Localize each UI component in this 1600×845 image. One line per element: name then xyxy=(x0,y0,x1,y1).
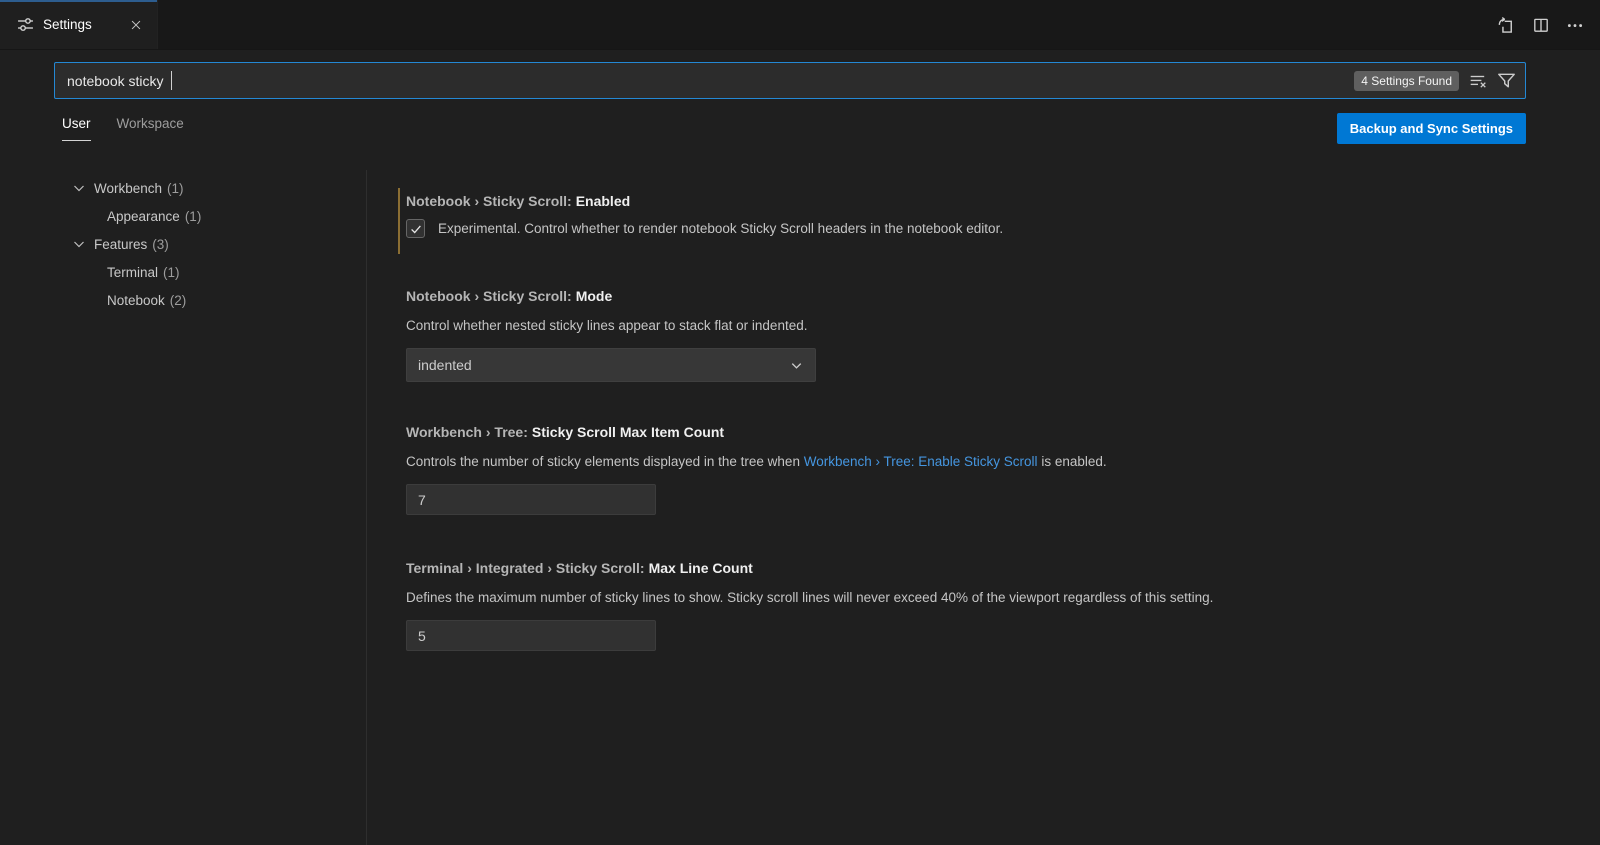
scope-tab-user[interactable]: User xyxy=(62,116,91,141)
toc-count: (2) xyxy=(170,293,187,308)
toc-count: (1) xyxy=(167,181,184,196)
setting-notebook-sticky-scroll-mode: Notebook › Sticky Scroll:Mode Control wh… xyxy=(406,286,1570,382)
toc-count: (1) xyxy=(185,209,202,224)
setting-title: Terminal › Integrated › Sticky Scroll:Ma… xyxy=(406,558,1570,578)
toc-item-notebook[interactable]: Notebook (2) xyxy=(0,286,366,314)
setting-description: Controls the number of sticky elements d… xyxy=(406,452,1570,472)
text-caret xyxy=(171,71,172,90)
more-actions-icon[interactable] xyxy=(1566,16,1584,34)
max-item-count-input[interactable] xyxy=(406,484,656,515)
chevron-down-icon xyxy=(71,236,87,252)
setting-tree-sticky-scroll-max-item-count: Workbench › Tree:Sticky Scroll Max Item … xyxy=(406,422,1570,515)
toc-item-features[interactable]: Features (3) xyxy=(0,230,366,258)
editor-actions xyxy=(1497,0,1584,50)
setting-description: Control whether nested sticky lines appe… xyxy=(406,316,1570,336)
setting-terminal-sticky-scroll-max-line-count: Terminal › Integrated › Sticky Scroll:Ma… xyxy=(406,558,1570,651)
setting-control-row: Experimental. Control whether to render … xyxy=(406,219,1570,238)
toc-label: Workbench xyxy=(94,181,162,196)
checkbox-checked[interactable] xyxy=(406,219,425,238)
toc-label: Notebook xyxy=(107,293,165,308)
setting-name: Enabled xyxy=(576,193,630,209)
setting-name: Mode xyxy=(576,288,613,304)
backup-sync-settings-button[interactable]: Backup and Sync Settings xyxy=(1337,113,1526,144)
filter-icon[interactable] xyxy=(1497,71,1516,90)
scope-tab-workspace[interactable]: Workspace xyxy=(117,116,184,141)
setting-title: Workbench › Tree:Sticky Scroll Max Item … xyxy=(406,422,1570,442)
toc-count: (3) xyxy=(152,237,169,252)
setting-name: Sticky Scroll Max Item Count xyxy=(532,424,724,440)
toc-count: (1) xyxy=(163,265,180,280)
toc-item-workbench[interactable]: Workbench (1) xyxy=(0,174,366,202)
toc-label: Features xyxy=(94,237,147,252)
setting-category: Notebook › Sticky Scroll: xyxy=(406,193,572,209)
editor-tab-bar: Settings xyxy=(0,0,1600,50)
setting-title: Notebook › Sticky Scroll:Mode xyxy=(406,286,1570,306)
setting-description: Defines the maximum number of sticky lin… xyxy=(406,588,1570,608)
split-editor-icon[interactable] xyxy=(1532,16,1550,34)
select-value: indented xyxy=(418,357,472,373)
max-line-count-input[interactable] xyxy=(406,620,656,651)
settings-list: Notebook › Sticky Scroll:Enabled Experim… xyxy=(367,170,1600,845)
description-text: is enabled. xyxy=(1038,454,1107,469)
setting-title: Notebook › Sticky Scroll:Enabled xyxy=(406,191,1570,211)
setting-category: Notebook › Sticky Scroll: xyxy=(406,288,572,304)
description-text: Controls the number of sticky elements d… xyxy=(406,454,804,469)
tab-settings[interactable]: Settings xyxy=(0,0,158,49)
setting-category: Workbench › Tree: xyxy=(406,424,528,440)
toc-item-terminal[interactable]: Terminal (1) xyxy=(0,258,366,286)
clear-search-filters-icon[interactable] xyxy=(1469,72,1487,90)
settings-scope-tabs: User Workspace xyxy=(62,116,184,141)
search-query-text: notebook sticky xyxy=(67,73,167,89)
search-controls: 4 Settings Found xyxy=(1354,71,1516,91)
setting-category: Terminal › Integrated › Sticky Scroll: xyxy=(406,560,645,576)
setting-link[interactable]: Workbench › Tree: Enable Sticky Scroll xyxy=(804,454,1038,469)
mode-select-dropdown[interactable]: indented xyxy=(406,348,816,382)
toc-label: Terminal xyxy=(107,265,158,280)
toc-item-appearance[interactable]: Appearance (1) xyxy=(0,202,366,230)
open-settings-json-icon[interactable] xyxy=(1497,16,1516,35)
tab-title: Settings xyxy=(43,17,92,32)
chevron-down-icon xyxy=(71,180,87,196)
settings-toc-tree: Workbench (1) Appearance (1) Features (3… xyxy=(0,174,366,314)
setting-name: Max Line Count xyxy=(649,560,753,576)
setting-description: Experimental. Control whether to render … xyxy=(438,221,1003,236)
toc-label: Appearance xyxy=(107,209,180,224)
chevron-down-icon xyxy=(789,358,804,373)
setting-notebook-sticky-scroll-enabled: Notebook › Sticky Scroll:Enabled Experim… xyxy=(406,191,1570,238)
settings-search-input[interactable]: notebook sticky 4 Settings Found xyxy=(54,62,1526,99)
results-count-badge: 4 Settings Found xyxy=(1354,71,1459,91)
settings-sliders-icon xyxy=(17,16,34,33)
close-tab-icon[interactable] xyxy=(127,16,145,34)
